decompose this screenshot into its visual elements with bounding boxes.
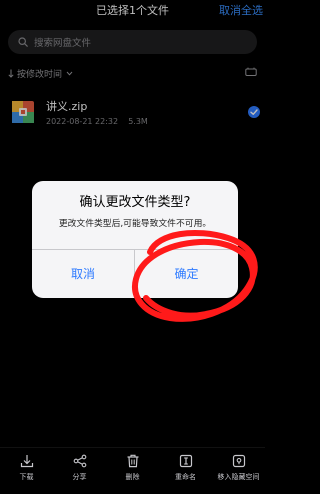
rename-label: 重命名 bbox=[175, 473, 196, 481]
share-label: 分享 bbox=[72, 473, 87, 481]
confirm-dialog: 确认更改文件类型? 更改文件类型后,可能导致文件不可用。 取消 确定 bbox=[32, 181, 238, 298]
trash-icon bbox=[127, 454, 138, 468]
move-to-hidden-space-action[interactable]: 移入隐藏空间 bbox=[212, 454, 265, 482]
delete-action[interactable]: 删除 bbox=[106, 454, 159, 482]
move-to-hidden-space-label: 移入隐藏空间 bbox=[217, 473, 260, 481]
hidden-space-icon bbox=[232, 454, 245, 468]
share-icon bbox=[73, 454, 86, 468]
delete-label: 删除 bbox=[125, 473, 140, 481]
bottom-action-bar: 下载 分享 删除 重命名 移入隐藏空间 bbox=[0, 447, 265, 494]
dialog-title: 确认更改文件类型? bbox=[79, 195, 191, 210]
download-action[interactable]: 下载 bbox=[0, 454, 53, 482]
dialog-cancel-button[interactable]: 取消 bbox=[32, 249, 134, 298]
download-label: 下载 bbox=[19, 473, 34, 481]
dialog-confirm-button[interactable]: 确定 bbox=[135, 249, 238, 298]
download-icon bbox=[20, 455, 33, 468]
rename-action[interactable]: 重命名 bbox=[159, 454, 212, 482]
dialog-message: 更改文件类型后,可能导致文件不可用。 bbox=[58, 219, 212, 229]
rename-icon bbox=[179, 454, 192, 468]
share-action[interactable]: 分享 bbox=[53, 454, 106, 482]
file-selection-screen: 已选择1个文件 取消全选 搜索网盘文件 按修改时间 讲义.zip 2022-08… bbox=[0, 0, 265, 494]
